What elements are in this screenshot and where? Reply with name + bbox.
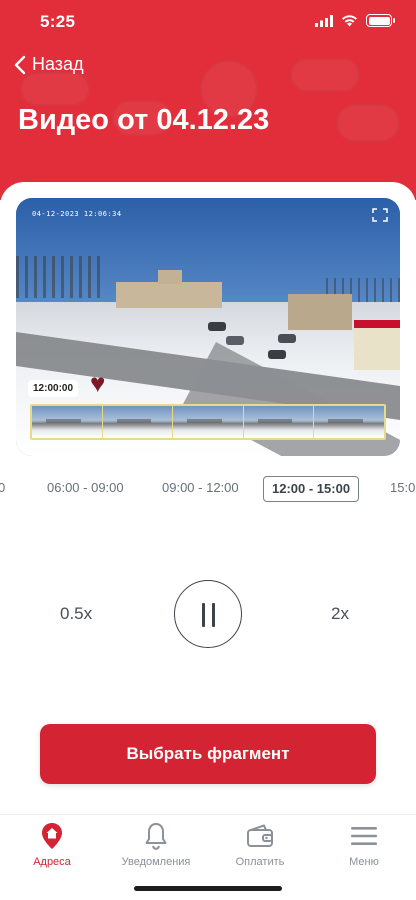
decor-cloud [336, 104, 400, 142]
tab-label: Уведомления [121, 856, 191, 868]
video-car [268, 350, 286, 359]
pause-button[interactable] [174, 580, 242, 648]
thumbnail[interactable] [314, 406, 384, 438]
bell-icon [145, 823, 167, 850]
status-icons [315, 14, 395, 27]
heart-sculpture: ♥ [90, 368, 106, 398]
thumbnail[interactable] [173, 406, 244, 438]
tab-menu[interactable]: Меню [312, 821, 416, 868]
time-range-item[interactable]: 06:00 - 09:00 [47, 476, 124, 502]
time-range-item[interactable]: 15:0 [390, 476, 415, 502]
video-car [208, 322, 226, 331]
home-indicator [134, 886, 282, 891]
signal-icon [315, 14, 333, 27]
tab-label: Меню [349, 856, 379, 868]
battery-icon [366, 14, 395, 27]
speed-fast-button[interactable]: 2x [331, 604, 349, 624]
time-range-item[interactable]: 09:00 - 12:00 [162, 476, 239, 502]
time-range-selector: 0 06:00 - 09:00 09:00 - 12:00 12:00 - 15… [0, 476, 416, 504]
status-time: 5:25 [40, 12, 76, 31]
back-button[interactable]: Назад [14, 54, 84, 75]
select-fragment-button[interactable]: Выбрать фрагмент [40, 724, 376, 784]
thumbnail-strip[interactable] [30, 404, 386, 440]
thumbnail[interactable] [32, 406, 103, 438]
tab-addresses[interactable]: Адреса [0, 821, 104, 868]
video-trees [16, 256, 106, 298]
decor-cloud [20, 72, 90, 106]
fullscreen-icon[interactable] [372, 208, 388, 222]
thumbnail[interactable] [102, 406, 174, 438]
video-car [226, 336, 244, 345]
video-car [278, 334, 296, 343]
tab-pay[interactable]: Оплатить [208, 821, 312, 868]
time-range-item-active[interactable]: 12:00 - 15:00 [263, 476, 360, 502]
video-player[interactable]: ♥ 04-12-2023 12:06:34 12:00:00 [16, 198, 400, 456]
chevron-left-icon [14, 55, 26, 74]
current-time-badge: 12:00:00 [28, 380, 79, 397]
video-building [288, 294, 352, 330]
time-range-item[interactable]: 0 [0, 476, 5, 502]
header: 5:25 Назад Видео от 04.12.23 [0, 0, 416, 200]
wifi-icon [342, 14, 357, 26]
video-timestamp: 04-12-2023 12:06:34 [32, 210, 122, 218]
video-building [354, 320, 400, 370]
status-bar: 5:25 [0, 0, 416, 44]
tab-label: Адреса [33, 856, 71, 868]
menu-icon [351, 827, 377, 845]
page-title: Видео от 04.12.23 [18, 104, 270, 136]
back-label: Назад [32, 54, 84, 74]
video-building [116, 270, 222, 308]
speed-slow-button[interactable]: 0.5x [60, 604, 92, 624]
address-pin-icon [42, 823, 62, 849]
wallet-icon [247, 824, 273, 847]
thumbnail[interactable] [243, 406, 315, 438]
decor-cloud [290, 58, 360, 92]
tab-label: Оплатить [235, 856, 285, 868]
tab-notifications[interactable]: Уведомления [104, 821, 208, 868]
